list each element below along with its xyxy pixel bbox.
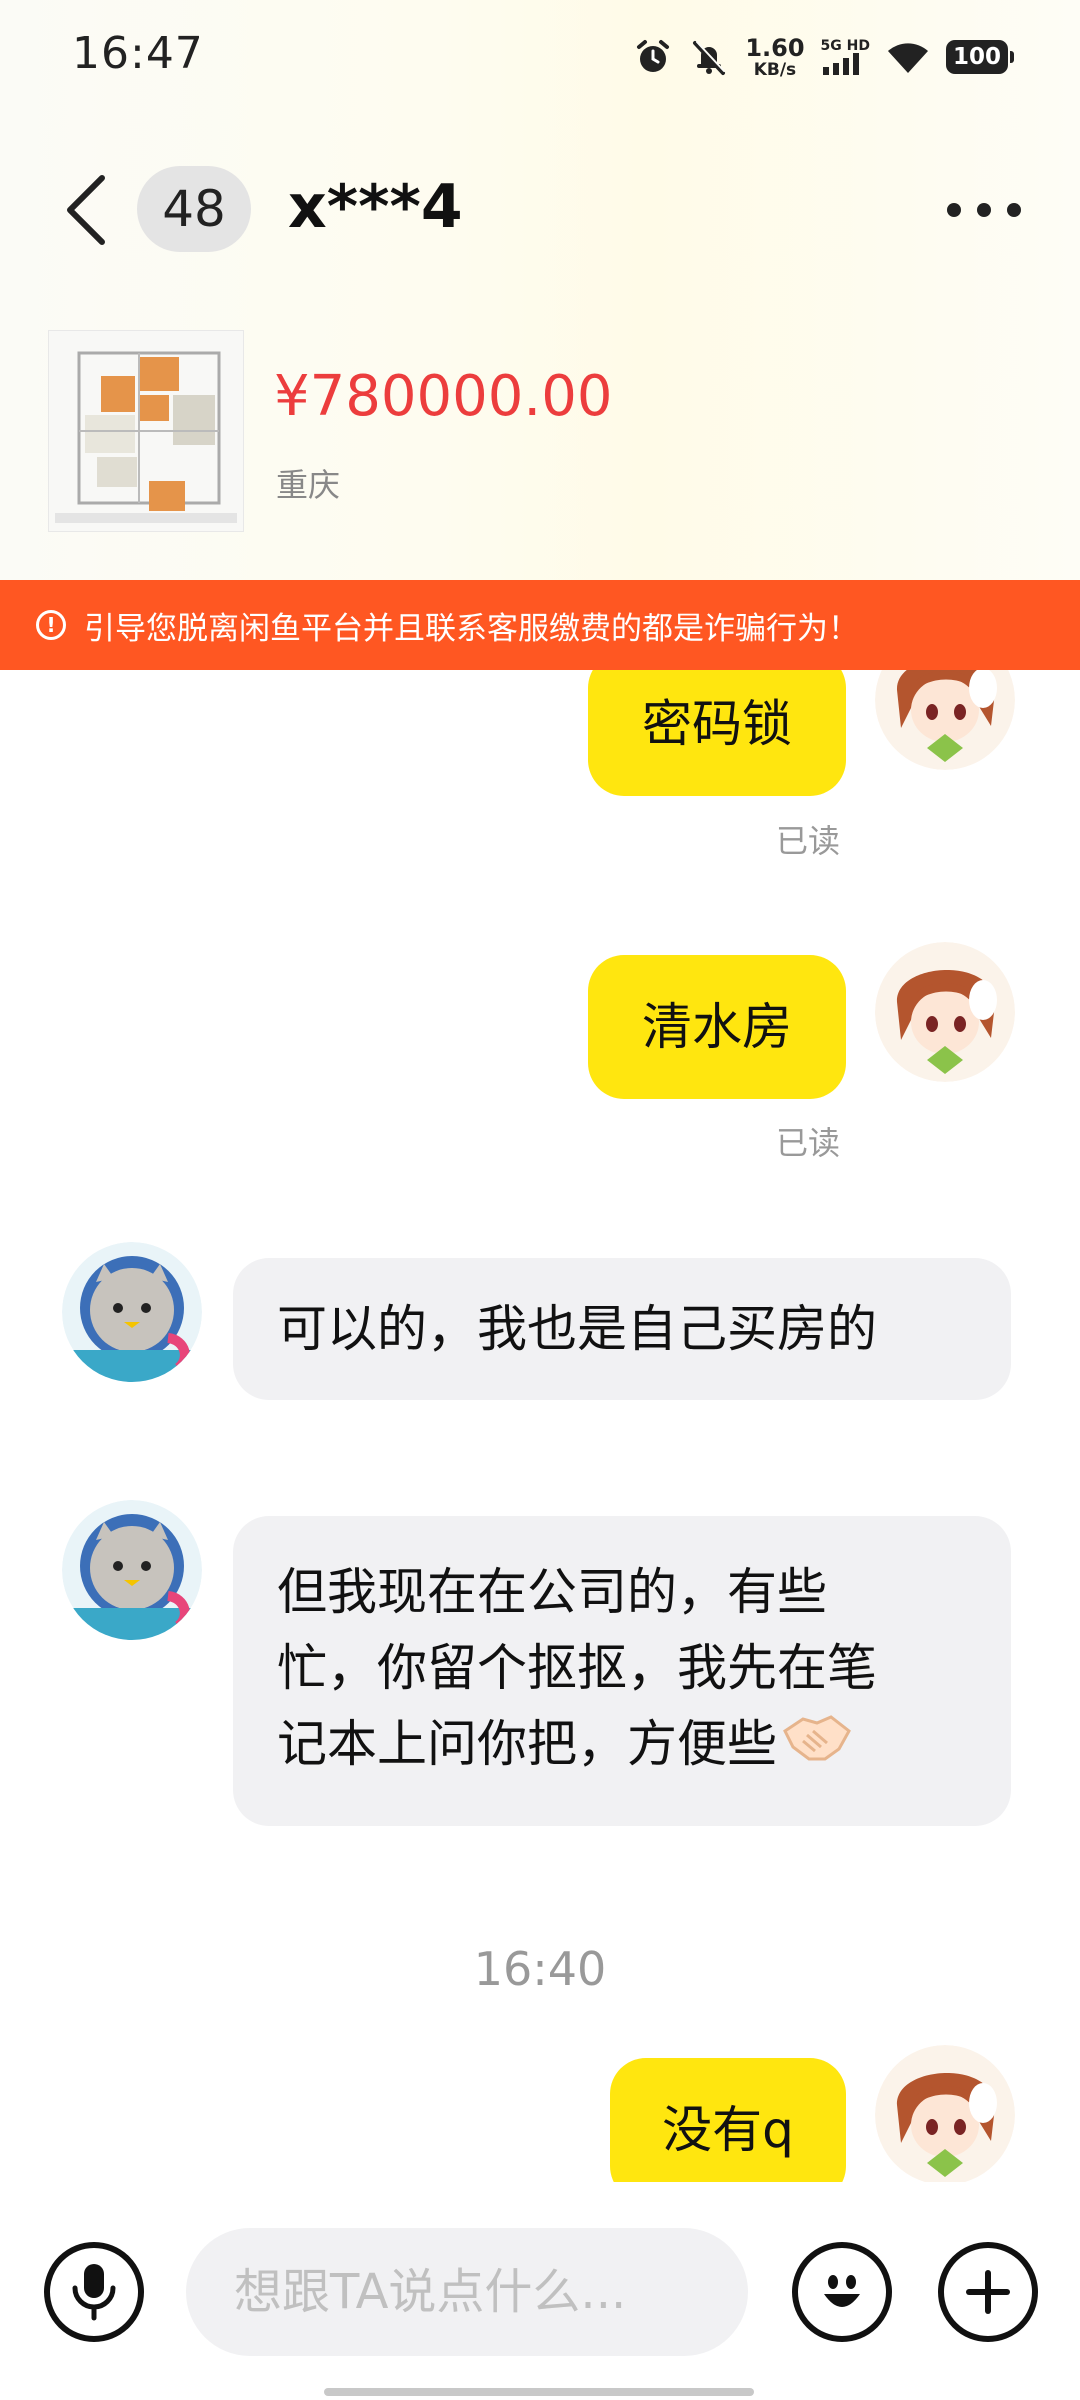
- message-input-field[interactable]: [186, 2228, 748, 2356]
- wifi-icon: [886, 39, 930, 75]
- status-icons: 1.60 KB/s 5G HD 100: [633, 32, 1014, 82]
- read-receipt: 已读: [776, 1124, 841, 1162]
- more-actions-button[interactable]: [938, 2242, 1038, 2342]
- network-speed-value: 1.60: [745, 33, 805, 62]
- cat-astronaut-avatar-image: [62, 1242, 202, 1382]
- status-bar: 16:47 1.60 KB/s 5G HD 100: [0, 0, 1080, 110]
- floor-plan-image: [49, 331, 243, 531]
- back-button[interactable]: [56, 168, 116, 252]
- message-line: 忙，你留个抠抠，我先在笔: [277, 1639, 877, 1697]
- anime-girl-avatar-image: [875, 942, 1015, 1082]
- handshake-emoji-icon: [781, 1709, 853, 1786]
- message-input[interactable]: [232, 2263, 716, 2321]
- unread-count-badge[interactable]: 48: [137, 166, 251, 252]
- read-receipt: 已读: [776, 822, 841, 860]
- home-indicator[interactable]: [324, 2388, 754, 2396]
- more-dots-icon: [947, 203, 1021, 217]
- warning-icon: !: [36, 610, 66, 640]
- plus-icon: [966, 2270, 1010, 2314]
- message-input-bar: [0, 2182, 1080, 2400]
- product-price: ¥780000.00: [274, 364, 613, 429]
- message-bubble-outgoing[interactable]: 没有q: [610, 2058, 846, 2182]
- contact-name: x***4: [288, 172, 463, 242]
- battery-icon: 100: [946, 40, 1014, 74]
- anime-girl-avatar-image: [875, 2045, 1015, 2182]
- product-card[interactable]: ¥780000.00 重庆: [48, 330, 1028, 532]
- network-speed: 1.60 KB/s: [745, 36, 804, 79]
- alarm-icon: [633, 37, 673, 77]
- chat-header: 48 x***4: [0, 150, 1080, 270]
- message-bubble-outgoing[interactable]: 密码锁: [588, 670, 846, 796]
- message-timestamp: 16:40: [473, 1942, 607, 1996]
- product-thumbnail[interactable]: [48, 330, 244, 532]
- cellular-signal-icon: 5G HD: [821, 39, 870, 75]
- emoji-button[interactable]: [792, 2242, 892, 2342]
- battery-level: 100: [952, 44, 1001, 70]
- contact-avatar[interactable]: [62, 1500, 202, 1640]
- more-options-button[interactable]: [944, 180, 1024, 240]
- smiley-face-icon: [824, 2275, 860, 2307]
- signal-label: 5G HD: [820, 38, 870, 54]
- contact-avatar[interactable]: [62, 1242, 202, 1382]
- message-line: 记本上问你把，方便些: [277, 1706, 967, 1786]
- voice-input-button[interactable]: [44, 2242, 144, 2342]
- message-line-text: 记本上问你把，方便些: [277, 1715, 777, 1773]
- anime-girl-avatar-image: [875, 670, 1015, 770]
- my-avatar[interactable]: [875, 670, 1015, 770]
- cat-astronaut-avatar-image: [62, 1500, 202, 1640]
- fraud-warning-banner: ! 引导您脱离闲鱼平台并且联系客服缴费的都是诈骗行为！: [0, 580, 1080, 670]
- microphone-icon: [72, 2264, 116, 2321]
- message-line: 但我现在在公司的，有些: [277, 1563, 827, 1621]
- my-avatar[interactable]: [875, 2045, 1015, 2182]
- message-bubble-incoming[interactable]: 可以的，我也是自己买房的: [233, 1258, 1011, 1400]
- chat-messages[interactable]: 密码锁 已读 清水房 已读 可以的，我也是自己买房的 但我现在在公司的，有些 忙…: [0, 670, 1080, 2182]
- message-bubble-incoming[interactable]: 但我现在在公司的，有些 忙，你留个抠抠，我先在笔 记本上问你把，方便些: [233, 1516, 1011, 1826]
- mute-bell-icon: [689, 37, 729, 77]
- chevron-left-icon: [67, 175, 105, 245]
- product-location: 重庆: [276, 466, 341, 504]
- message-bubble-outgoing[interactable]: 清水房: [588, 955, 846, 1099]
- status-time: 16:47: [72, 28, 204, 79]
- fraud-warning-text: 引导您脱离闲鱼平台并且联系客服缴费的都是诈骗行为！: [84, 610, 859, 647]
- network-speed-unit: KB/s: [753, 59, 797, 80]
- my-avatar[interactable]: [875, 942, 1015, 1082]
